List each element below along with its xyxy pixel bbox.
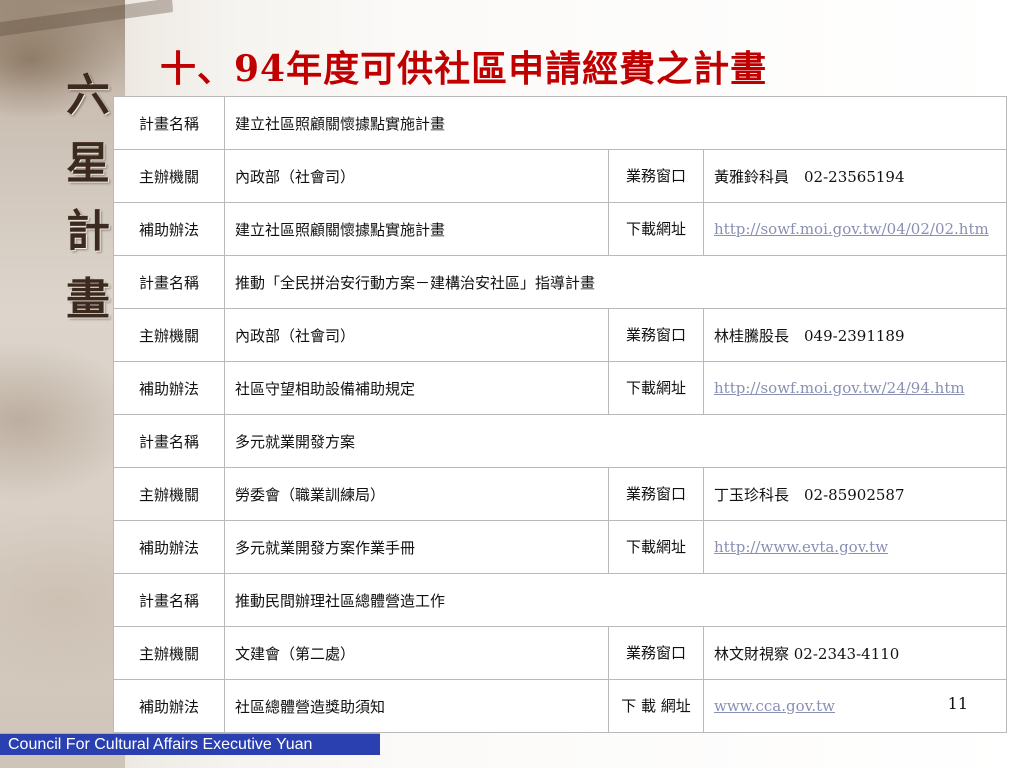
download-link-cell: http://sowf.moi.gov.tw/04/02/02.htm — [703, 202, 1007, 256]
row-label: 主辦機關 — [113, 626, 225, 680]
table-row: 補助辦法 建立社區照顧關懷據點實施計畫 下載網址 http://sowf.moi.go… — [113, 202, 1007, 256]
download-link[interactable]: www.cca.gov.tw — [714, 697, 835, 715]
organizer-name: 勞委會（職業訓練局） — [224, 467, 609, 521]
download-link[interactable]: http://sowf.moi.gov.tw/24/94.htm — [714, 379, 965, 397]
footer-bar: Council For Cultural Affairs Executive Y… — [0, 733, 380, 755]
contact-window-label: 業務窗口 — [608, 149, 704, 203]
side-title-char: 計 — [66, 206, 110, 257]
download-url-label: 下載網址 — [608, 361, 704, 415]
slide-title: 十、94年度可供社區申請經費之計畫 — [160, 48, 768, 90]
side-vertical-title: 六 星 計 畫 — [62, 70, 114, 326]
row-label: 補助辦法 — [113, 520, 225, 574]
plan-name: 建立社區照顧關懷據點實施計畫 — [224, 96, 1007, 150]
organizer-name: 文建會（第二處） — [224, 626, 609, 680]
table-row: 主辦機關 內政部（社會司） 業務窗口 林桂騰股長 049-2391189 — [113, 308, 1007, 362]
side-title-char: 星 — [66, 138, 110, 189]
subsidy-rule: 多元就業開發方案作業手冊 — [224, 520, 609, 574]
download-url-label: 下載網址 — [608, 202, 704, 256]
table-row: 主辦機關 內政部（社會司） 業務窗口 黃雅鈴科員 02-23565194 — [113, 149, 1007, 203]
download-link-cell: http://www.evta.gov.tw — [703, 520, 1007, 574]
row-label: 主辦機關 — [113, 467, 225, 521]
download-link[interactable]: http://www.evta.gov.tw — [714, 538, 888, 556]
contact-window-label: 業務窗口 — [608, 308, 704, 362]
download-link[interactable]: http://sowf.moi.gov.tw/04/02/02.htm — [714, 220, 989, 238]
contact-person: 黃雅鈴科員 02-23565194 — [703, 149, 1007, 203]
side-title-char: 畫 — [66, 274, 110, 325]
row-label: 補助辦法 — [113, 202, 225, 256]
contact-person: 林桂騰股長 049-2391189 — [703, 308, 1007, 362]
download-link-cell: http://sowf.moi.gov.tw/24/94.htm — [703, 361, 1007, 415]
page-number: 11 — [947, 694, 968, 713]
row-label: 主辦機關 — [113, 308, 225, 362]
download-url-label: 下 載 網址 — [608, 679, 704, 733]
subsidy-rule: 建立社區照顧關懷據點實施計畫 — [224, 202, 609, 256]
table-row: 補助辦法 社區守望相助設備補助規定 下載網址 http://sowf.moi.gov.… — [113, 361, 1007, 415]
subsidy-rule: 社區總體營造獎助須知 — [224, 679, 609, 733]
side-title-char: 六 — [66, 70, 110, 121]
row-label: 計畫名稱 — [113, 255, 225, 309]
contact-window-label: 業務窗口 — [608, 467, 704, 521]
organizer-name: 內政部（社會司） — [224, 308, 609, 362]
row-label: 計畫名稱 — [113, 96, 225, 150]
table-row: 補助辦法 多元就業開發方案作業手冊 下載網址 http://www.evta.gov.… — [113, 520, 1007, 574]
table-row: 計畫名稱 建立社區照顧關懷據點實施計畫 — [113, 96, 1007, 150]
organizer-name: 內政部（社會司） — [224, 149, 609, 203]
row-label: 補助辦法 — [113, 679, 225, 733]
row-label: 主辦機關 — [113, 149, 225, 203]
plan-name: 推動「全民拼治安行動方案－建構治安社區」指導計畫 — [224, 255, 1007, 309]
table-row: 計畫名稱 推動「全民拼治安行動方案－建構治安社區」指導計畫 — [113, 255, 1007, 309]
plan-name: 多元就業開發方案 — [224, 414, 1007, 468]
table-row: 主辦機關 勞委會（職業訓練局） 業務窗口 丁玉珍科長 02-85902587 — [113, 467, 1007, 521]
table-row: 補助辦法 社區總體營造獎助須知下 載 網址 www.cca.gov.tw — [113, 679, 1007, 733]
plan-name: 推動民間辦理社區總體營造工作 — [224, 573, 1007, 627]
table-row: 主辦機關 文建會（第二處） 業務窗口 林文財視察 02-2343-4110 — [113, 626, 1007, 680]
table-row: 計畫名稱 推動民間辦理社區總體營造工作 — [113, 573, 1007, 627]
subsidy-rule: 社區守望相助設備補助規定 — [224, 361, 609, 415]
download-url-label: 下載網址 — [608, 520, 704, 574]
contact-person: 丁玉珍科長 02-85902587 — [703, 467, 1007, 521]
row-label: 計畫名稱 — [113, 573, 225, 627]
funding-plans-table: 計畫名稱 建立社區照顧關懷據點實施計畫 主辦機關 內政部（社會司） 業務窗口 黃雅鈴科員 … — [113, 96, 1007, 733]
row-label: 計畫名稱 — [113, 414, 225, 468]
contact-window-label: 業務窗口 — [608, 626, 704, 680]
contact-person: 林文財視察 02-2343-4110 — [703, 626, 1007, 680]
row-label: 補助辦法 — [113, 361, 225, 415]
table-row: 計畫名稱 多元就業開發方案 — [113, 414, 1007, 468]
